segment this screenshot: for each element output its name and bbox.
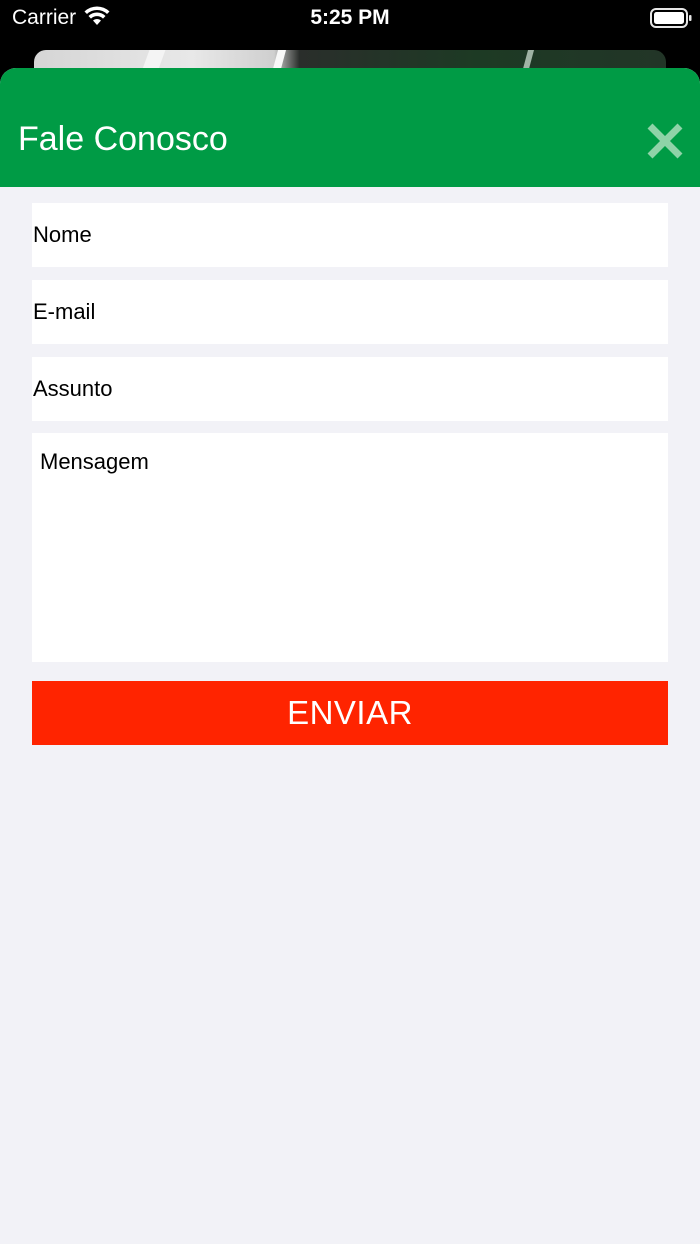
status-time: 5:25 PM: [310, 6, 390, 29]
contact-modal: Fale Conosco ENVIAR: [0, 68, 700, 1244]
battery-icon: [650, 8, 692, 28]
close-icon: [647, 123, 683, 159]
email-field[interactable]: [32, 280, 668, 344]
message-field[interactable]: [32, 433, 668, 662]
modal-title: Fale Conosco: [18, 120, 228, 158]
close-button[interactable]: [640, 116, 690, 166]
name-field[interactable]: [32, 203, 668, 267]
send-button[interactable]: ENVIAR: [32, 681, 668, 745]
subject-field[interactable]: [32, 357, 668, 421]
modal-header: Fale Conosco: [0, 68, 700, 187]
status-bar: Carrier 5:25 PM: [0, 0, 700, 50]
